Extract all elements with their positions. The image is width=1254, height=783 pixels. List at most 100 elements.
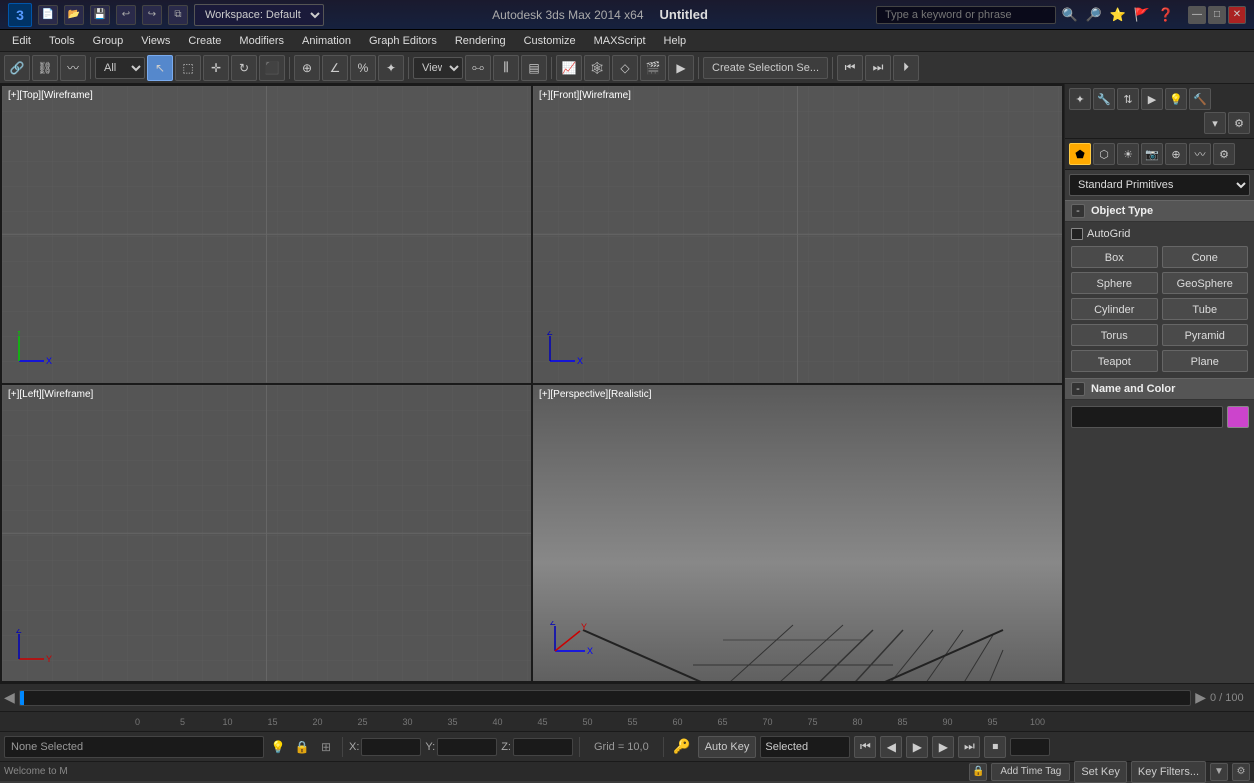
play-anim-btn[interactable]: ⏵ — [893, 55, 919, 81]
scale-btn[interactable]: ⬛ — [259, 55, 285, 81]
undo-btn[interactable]: ↩ — [116, 5, 136, 25]
schematic-btn[interactable]: 🕸 — [584, 55, 610, 81]
panel-config-icon[interactable]: ⚙ — [1228, 112, 1250, 134]
next-key-btn[interactable]: ⏭ — [865, 55, 891, 81]
modify-panel-icon[interactable]: 🔧 — [1093, 88, 1115, 110]
viewport-front[interactable]: [+][Front][Wireframe] X Z — [533, 86, 1062, 383]
systems-icon[interactable]: ⚙ — [1213, 143, 1235, 165]
viewport-perspective[interactable]: [+][Perspective][Realistic] — [533, 385, 1062, 682]
plane-button[interactable]: Plane — [1162, 350, 1249, 372]
tube-button[interactable]: Tube — [1162, 298, 1249, 320]
star-icon[interactable]: ⭐ — [1108, 5, 1128, 25]
prev-key-btn[interactable]: ◀ — [880, 736, 902, 758]
menu-help[interactable]: Help — [656, 33, 695, 49]
settings-icon[interactable]: ⚙ — [1232, 763, 1250, 781]
name-input[interactable] — [1071, 406, 1223, 428]
frame-input[interactable] — [1010, 738, 1050, 756]
name-color-collapse[interactable]: - — [1071, 382, 1085, 396]
autogrid-checkbox[interactable] — [1071, 228, 1083, 240]
key-filters-button[interactable]: Key Filters... — [1131, 761, 1206, 783]
object-type-header[interactable]: - Object Type — [1065, 200, 1254, 222]
transform-icon[interactable]: ⊞ — [316, 737, 336, 757]
add-time-tag-button[interactable]: Add Time Tag — [991, 763, 1070, 781]
play-btn[interactable]: ▶ — [906, 736, 928, 758]
lock-icon[interactable]: 🔒 — [292, 737, 312, 757]
teapot-button[interactable]: Teapot — [1071, 350, 1158, 372]
shapes-icon[interactable]: ⬡ — [1093, 143, 1115, 165]
percent-snap-btn[interactable]: % — [350, 55, 376, 81]
save-file-btn[interactable]: 💾 — [90, 5, 110, 25]
toolbar-bind-space-warp[interactable]: 〰 — [60, 55, 86, 81]
geometry-icon[interactable]: ⬟ — [1069, 143, 1091, 165]
stop-btn[interactable]: ⏹ — [984, 736, 1006, 758]
layer-btn[interactable]: ▤ — [521, 55, 547, 81]
menu-tools[interactable]: Tools — [41, 33, 83, 49]
display-panel-icon[interactable]: 💡 — [1165, 88, 1187, 110]
align-btn[interactable]: ⫼ — [493, 55, 519, 81]
hierarchy-panel-icon[interactable]: ⇅ — [1117, 88, 1139, 110]
render-btn[interactable]: ▶ — [668, 55, 694, 81]
timeline-bar[interactable] — [19, 690, 1191, 706]
prev-key-btn[interactable]: ⏮ — [837, 55, 863, 81]
coord-x-input[interactable] — [361, 738, 421, 756]
redo-btn[interactable]: ↪ — [142, 5, 162, 25]
lights-icon[interactable]: ☀ — [1117, 143, 1139, 165]
menu-modifiers[interactable]: Modifiers — [231, 33, 292, 49]
material-btn[interactable]: ◇ — [612, 55, 638, 81]
set-key-button[interactable]: Set Key — [1074, 761, 1127, 783]
toolbar-unlink[interactable]: ⛓ — [32, 55, 58, 81]
auto-key-button[interactable]: Auto Key — [698, 736, 757, 758]
timeline-left-arrow[interactable]: ◀ — [4, 689, 15, 706]
move-btn[interactable]: ✛ — [203, 55, 229, 81]
open-file-btn[interactable]: 📂 — [64, 5, 84, 25]
help-search-icon[interactable]: 🔎 — [1084, 5, 1104, 25]
motion-panel-icon[interactable]: ▶ — [1141, 88, 1163, 110]
name-color-header[interactable]: - Name and Color — [1065, 378, 1254, 400]
clone-btn[interactable]: ⧉ — [168, 5, 188, 25]
next-frame-btn[interactable]: ⏭ — [958, 736, 980, 758]
sphere-button[interactable]: Sphere — [1071, 272, 1158, 294]
filter-dropdown[interactable]: All — [95, 57, 145, 79]
menu-customize[interactable]: Customize — [516, 33, 584, 49]
cameras-icon[interactable]: 📷 — [1141, 143, 1163, 165]
object-type-collapse[interactable]: - — [1071, 204, 1085, 218]
toolbar-select-link[interactable]: 🔗 — [4, 55, 30, 81]
help-icon[interactable]: ❓ — [1156, 5, 1176, 25]
filter-icon[interactable]: ▼ — [1210, 763, 1228, 781]
curve-editor-btn[interactable]: 📈 — [556, 55, 582, 81]
geosphere-button[interactable]: GeoSphere — [1162, 272, 1249, 294]
rotate-btn[interactable]: ↻ — [231, 55, 257, 81]
menu-rendering[interactable]: Rendering — [447, 33, 514, 49]
lightbulb-icon[interactable]: 💡 — [268, 737, 288, 757]
spinner-snap-btn[interactable]: ✦ — [378, 55, 404, 81]
lock-small-icon[interactable]: 🔒 — [969, 763, 987, 781]
select-btn[interactable]: ↖ — [147, 55, 173, 81]
viewport-left[interactable]: [+][Left][Wireframe] Y Z — [2, 385, 531, 682]
close-button[interactable]: ✕ — [1228, 6, 1246, 24]
utilities-panel-icon[interactable]: 🔨 — [1189, 88, 1211, 110]
select-region-btn[interactable]: ⬚ — [175, 55, 201, 81]
workspace-selector[interactable]: Workspace: Default — [194, 4, 324, 26]
menu-group[interactable]: Group — [85, 33, 132, 49]
new-file-btn[interactable]: 📄 — [38, 5, 58, 25]
cylinder-button[interactable]: Cylinder — [1071, 298, 1158, 320]
minimize-button[interactable]: — — [1188, 6, 1206, 24]
menu-edit[interactable]: Edit — [4, 33, 39, 49]
box-button[interactable]: Box — [1071, 246, 1158, 268]
pyramid-button[interactable]: Pyramid — [1162, 324, 1249, 346]
angle-snap-btn[interactable]: ∠ — [322, 55, 348, 81]
menu-animation[interactable]: Animation — [294, 33, 359, 49]
prev-frame-btn[interactable]: ⏮ — [854, 736, 876, 758]
mirror-btn[interactable]: ⧟ — [465, 55, 491, 81]
panel-more-icon[interactable]: ▾ — [1204, 112, 1226, 134]
timeline-right-arrow[interactable]: ▶ — [1195, 689, 1206, 706]
coord-z-input[interactable] — [513, 738, 573, 756]
snap-toggle-btn[interactable]: ⊕ — [294, 55, 320, 81]
render-setup-btn[interactable]: 🎬 — [640, 55, 666, 81]
menu-create[interactable]: Create — [180, 33, 229, 49]
search-input[interactable] — [876, 6, 1056, 24]
key-icon[interactable]: 🔑 — [670, 735, 694, 759]
primitives-dropdown[interactable]: Standard Primitives — [1069, 174, 1250, 196]
helpers-icon[interactable]: ⊕ — [1165, 143, 1187, 165]
coord-y-input[interactable] — [437, 738, 497, 756]
